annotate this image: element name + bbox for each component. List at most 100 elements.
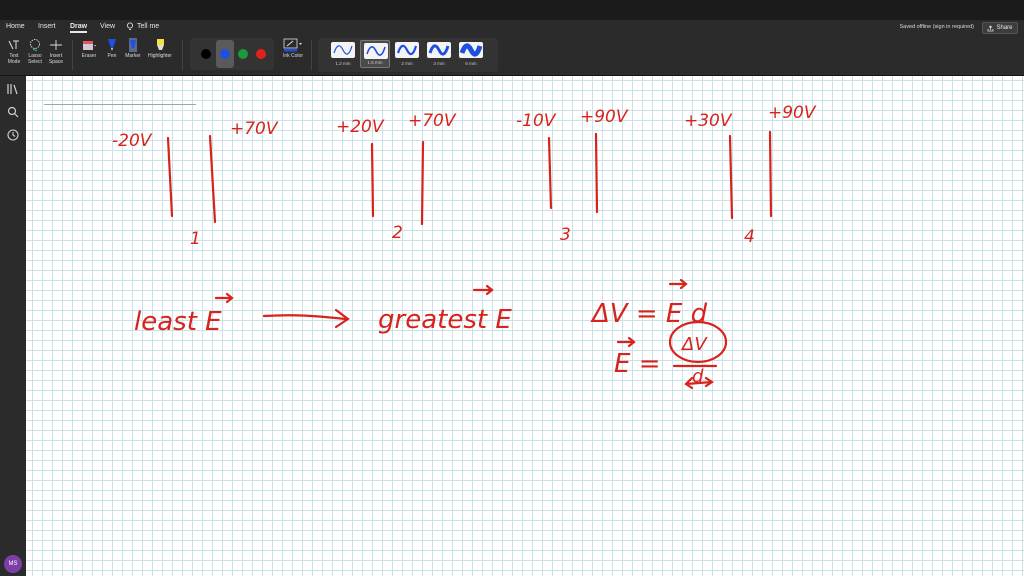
- color-black-swatch[interactable]: [201, 49, 211, 59]
- tab-draw[interactable]: Draw: [70, 23, 88, 33]
- pen-color-palette: [190, 38, 274, 70]
- text-mode-label: Text Mode: [7, 53, 21, 65]
- library-icon[interactable]: [6, 82, 20, 96]
- marker-button[interactable]: Marker: [122, 38, 144, 60]
- capacitor-plate: [594, 132, 599, 214]
- text-cursor-icon: [8, 40, 19, 50]
- ribbon-divider: [72, 40, 73, 70]
- insert-space-label: Insert Space: [48, 53, 64, 65]
- capacitor-plate: [166, 136, 174, 218]
- menu-bar: Home Insert Draw View Tell me Saved offl…: [0, 20, 1024, 36]
- plate-4-right-voltage: +90V: [768, 103, 817, 123]
- vector-arrow: [472, 284, 494, 296]
- thickness-3mm[interactable]: 3 mm: [424, 40, 454, 68]
- thickness-label: 3 mm: [433, 61, 445, 66]
- share-icon: [988, 24, 994, 31]
- plate-3-left-voltage: -10V: [516, 111, 557, 131]
- insert-space-button[interactable]: Insert Space: [45, 38, 67, 65]
- fraction-numerator: ΔV: [680, 334, 708, 355]
- lightbulb-icon: [126, 22, 134, 34]
- stroke-wave-icon: [366, 46, 386, 56]
- pen-label: Pen: [107, 53, 117, 59]
- capacitor-plate: [768, 130, 773, 218]
- eraser-button[interactable]: Eraser: [78, 38, 100, 60]
- history-icon[interactable]: [6, 128, 20, 142]
- plate-3-number: 3: [560, 225, 571, 245]
- lasso-select-button[interactable]: Lasso Select: [25, 38, 45, 65]
- thickness-6mm[interactable]: 6 mm: [456, 40, 486, 68]
- eraser-label: Eraser: [81, 53, 97, 59]
- vector-arrow: [214, 292, 234, 304]
- vector-arrow: [668, 278, 688, 290]
- stroke-wave-icon: [396, 44, 418, 56]
- highlighter-icon: [157, 39, 164, 50]
- onenote-window: Home Insert Draw View Tell me Saved offl…: [0, 0, 1024, 576]
- plate-1-number: 1: [190, 229, 201, 249]
- pen-icon: [108, 39, 116, 51]
- ink-color-icon: [283, 38, 302, 52]
- capacitor-plate: [728, 134, 734, 220]
- thickness-1-2mm[interactable]: 1.2 mm: [328, 40, 358, 68]
- marker-label: Marker: [125, 53, 141, 59]
- equation-e-equals: E =: [614, 349, 660, 379]
- thickness-label: 2 mm: [401, 61, 413, 66]
- ribbon-divider: [182, 40, 183, 70]
- stroke-wave-icon: [333, 45, 353, 55]
- thickness-2mm[interactable]: 2 mm: [392, 40, 422, 68]
- pen-button[interactable]: Pen: [103, 38, 121, 60]
- ink-color-button[interactable]: Ink Color: [281, 38, 305, 60]
- highlighter-label: Highlighter: [148, 53, 172, 59]
- thickness-label: 1.2 mm: [335, 61, 351, 66]
- save-status: Saved offline (sign in required): [899, 24, 975, 30]
- stroke-wave-icon: [459, 43, 483, 57]
- plate-2-right-voltage: +70V: [408, 111, 457, 131]
- ink-color-label: Ink Color: [282, 53, 303, 59]
- draw-ribbon: Text Mode Lasso Select Insert Space Eras…: [0, 36, 1024, 76]
- capacitor-plate: [420, 140, 425, 226]
- plate-4-number: 4: [744, 227, 755, 247]
- equation-delta-v: ΔV = E d: [590, 299, 708, 329]
- tab-insert[interactable]: Insert: [38, 23, 56, 30]
- lasso-icon: [30, 39, 40, 52]
- ribbon-divider: [311, 40, 312, 70]
- text-mode-button[interactable]: Text Mode: [4, 38, 24, 65]
- thickness-label: 1.5 mm: [367, 60, 383, 65]
- marker-icon: [129, 38, 137, 52]
- highlighter-button[interactable]: Highlighter: [144, 38, 176, 60]
- stroke-wave-icon: [428, 44, 450, 56]
- plate-2-number: 2: [392, 223, 403, 243]
- share-label: Share: [996, 25, 1013, 31]
- greatest-e-label: greatest E: [378, 305, 512, 335]
- plate-2-left-voltage: +20V: [336, 117, 385, 137]
- plate-4-left-voltage: +30V: [684, 111, 733, 131]
- tab-home[interactable]: Home: [6, 23, 25, 30]
- tab-view[interactable]: View: [100, 23, 115, 30]
- tell-me-search[interactable]: Tell me: [137, 23, 159, 30]
- color-red-swatch[interactable]: [256, 49, 266, 59]
- color-green-swatch[interactable]: [238, 49, 248, 59]
- vector-arrow: [616, 336, 636, 348]
- lasso-select-label: Lasso Select: [28, 53, 42, 65]
- ink-drawing: -20V +70V 1 +20V +70V 2 -10V +90V 3 +30V…: [112, 103, 817, 390]
- search-icon[interactable]: [6, 105, 20, 119]
- avatar[interactable]: MS: [4, 555, 22, 573]
- note-page-canvas[interactable]: -20V +70V 1 +20V +70V 2 -10V +90V 3 +30V…: [26, 76, 1024, 576]
- share-button[interactable]: Share: [982, 22, 1018, 34]
- eraser-icon: [83, 41, 96, 50]
- plate-3-right-voltage: +90V: [580, 107, 629, 127]
- thickness-1-5mm[interactable]: 1.5 mm: [360, 40, 390, 68]
- fraction-denominator: d: [692, 366, 704, 387]
- thickness-label: 6 mm: [465, 61, 477, 66]
- insert-space-icon: [50, 40, 62, 50]
- color-blue-swatch[interactable]: [220, 49, 230, 59]
- least-e-label: least E: [134, 307, 222, 337]
- left-navigation-rail: [0, 76, 26, 576]
- capacitor-plate: [208, 134, 217, 224]
- title-bar: [0, 0, 1024, 20]
- arrow-shaft: [262, 314, 348, 321]
- plate-1-right-voltage: +70V: [230, 119, 279, 139]
- capacitor-plate: [547, 136, 553, 210]
- thickness-palette: 1.2 mm 1.5 mm 2 mm 3 mm 6 mm: [318, 38, 498, 72]
- plate-1-left-voltage: -20V: [112, 131, 153, 151]
- capacitor-plate: [370, 142, 375, 218]
